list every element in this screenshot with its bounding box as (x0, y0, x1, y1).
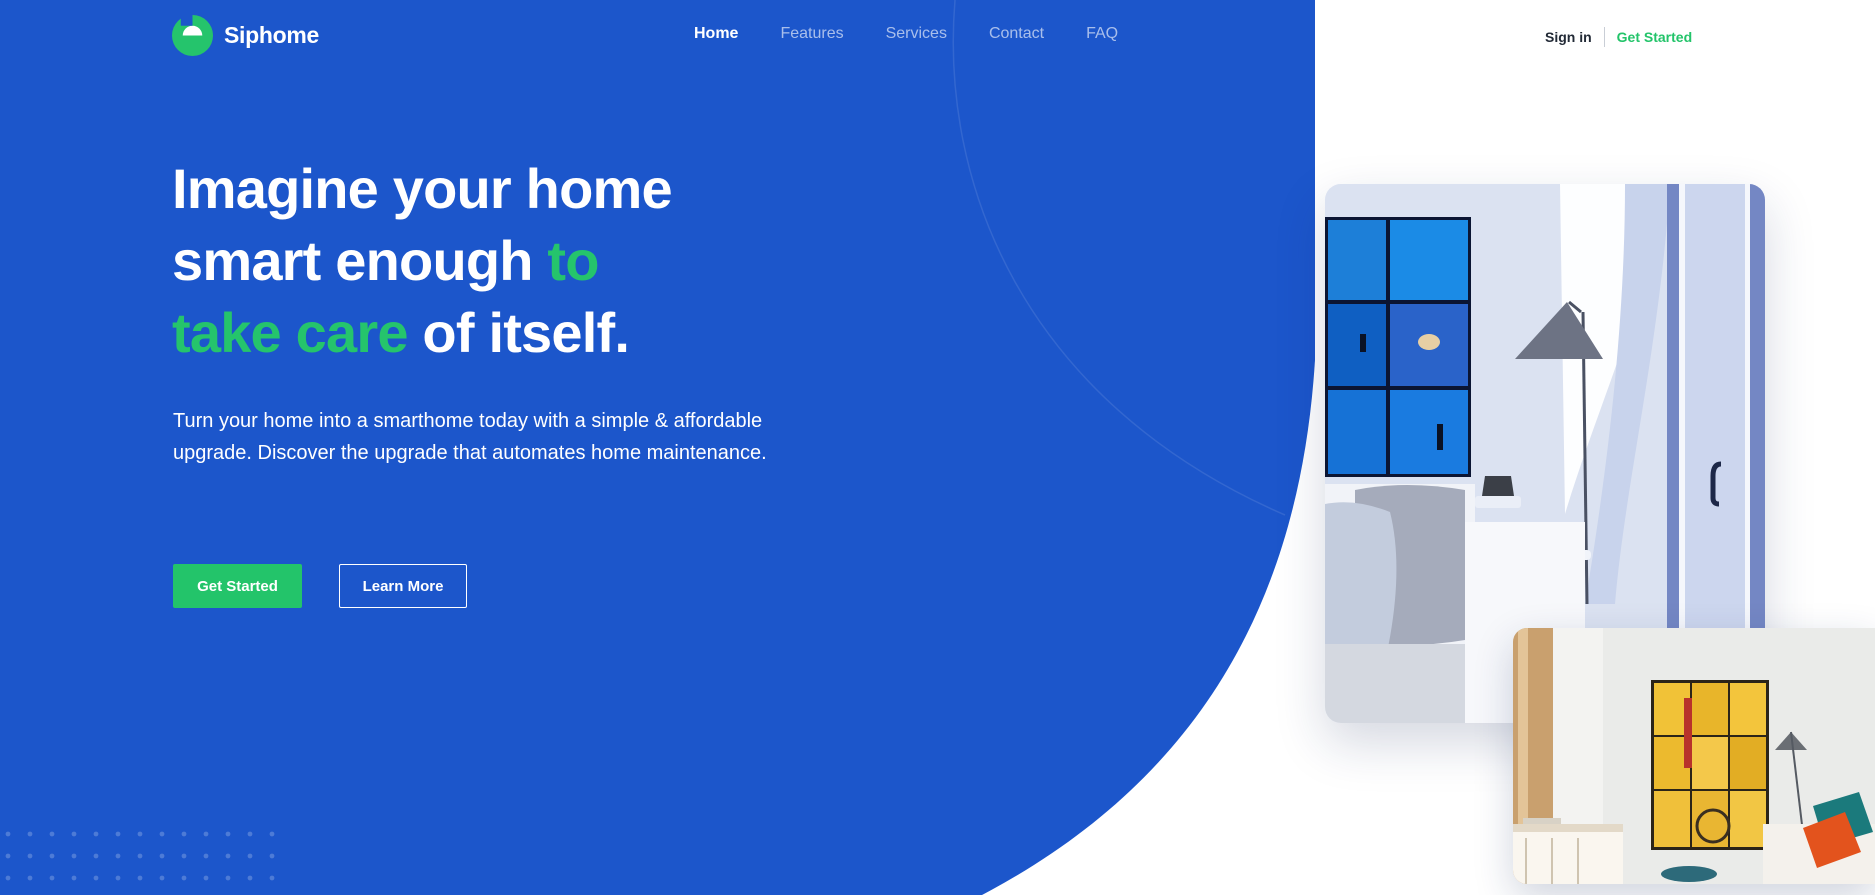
headline-line-2: smart enough (172, 229, 548, 292)
headline-highlight-2: take care (172, 301, 408, 364)
nav-item-contact[interactable]: Contact (989, 25, 1044, 43)
auth-divider (1603, 27, 1605, 47)
main-nav: Home Features Services Contact FAQ (694, 25, 1160, 43)
headline-line-3: of itself. (407, 301, 630, 364)
nav-item-faq[interactable]: FAQ (1086, 25, 1118, 43)
secondary-living-room-photo (1513, 628, 1875, 884)
hero-headline: Imagine your home smart enough to take car… (172, 153, 812, 369)
learn-more-button[interactable]: Learn More (339, 564, 467, 608)
nav-item-features[interactable]: Features (780, 25, 843, 43)
headline-line-1: Imagine your home (172, 157, 673, 220)
brand-logo[interactable]: Siphome (171, 14, 319, 57)
sign-in-link[interactable]: Sign in (1545, 29, 1592, 45)
hero-description: Turn your home into a smarthome today wi… (173, 410, 767, 464)
headline-highlight-1: to (547, 229, 599, 292)
logo-icon (171, 14, 214, 57)
nav-item-home[interactable]: Home (694, 25, 738, 43)
get-started-button[interactable]: Get Started (173, 564, 302, 608)
nav-item-services[interactable]: Services (886, 25, 947, 43)
brand-name: Siphome (224, 22, 320, 48)
nav-get-started-link[interactable]: Get Started (1617, 29, 1692, 45)
auth-links: Sign in Get Started (1545, 27, 1692, 47)
